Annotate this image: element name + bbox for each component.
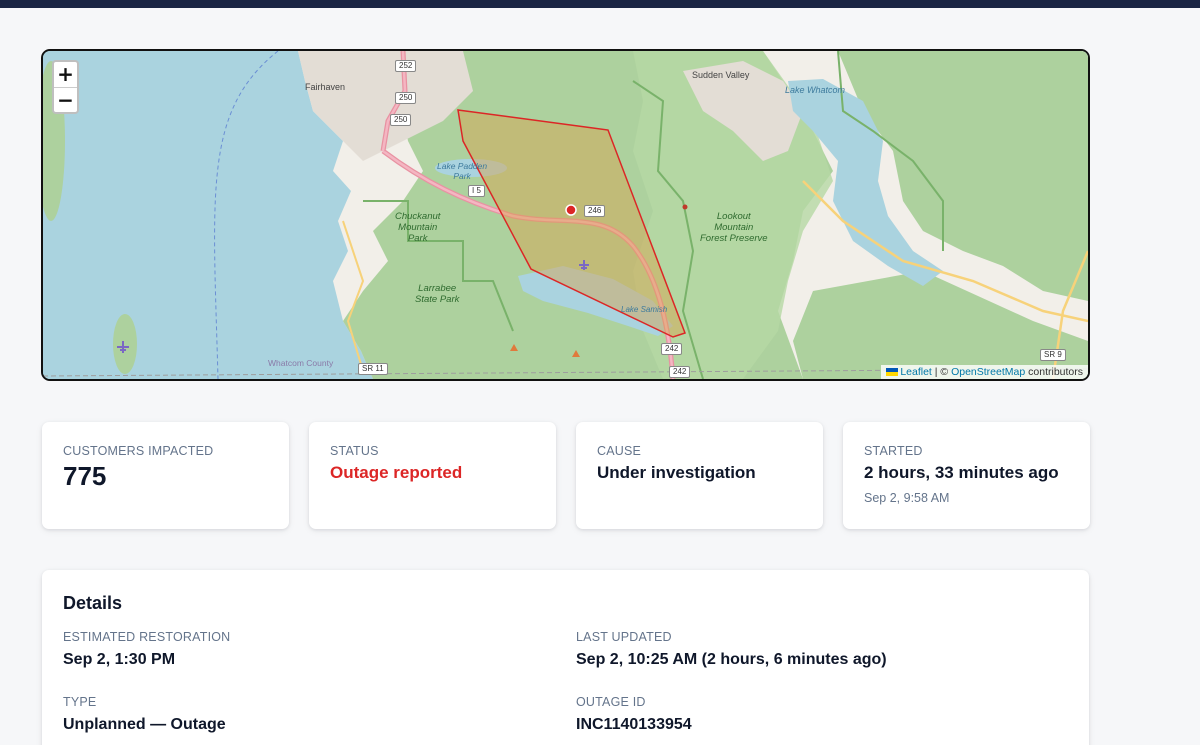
openstreetmap-link[interactable]: OpenStreetMap	[951, 366, 1025, 378]
last-updated-field: LAST UPDATED Sep 2, 10:25 AM (2 hours, 6…	[576, 630, 887, 669]
ukraine-flag-icon	[886, 368, 899, 376]
map-label-sudden-valley: Sudden Valley	[692, 70, 750, 80]
road-shield-252: 252	[395, 60, 417, 72]
card-label: STARTED	[864, 444, 923, 458]
details-panel: Details ESTIMATED RESTORATION Sep 2, 1:3…	[42, 570, 1089, 745]
top-nav-bar	[0, 0, 1200, 8]
road-shield-250b: 250	[390, 114, 412, 126]
road-shield-242a: 242	[661, 343, 683, 355]
road-shield-242b: 242	[669, 366, 691, 378]
zoom-out-button[interactable]: −	[54, 87, 77, 112]
card-label: STATUS	[330, 444, 379, 458]
zoom-control: + −	[52, 60, 79, 114]
map-attribution: Leaflet | © OpenStreetMap contributors	[881, 365, 1088, 379]
started-card: STARTED 2 hours, 33 minutes ago Sep 2, 9…	[843, 422, 1090, 529]
map-label-lake-whatcom: Lake Whatcom	[785, 85, 846, 95]
customers-impacted-card: CUSTOMERS IMPACTED 775	[42, 422, 289, 529]
road-shield-sr11: SR 11	[358, 363, 388, 375]
field-label: OUTAGE ID	[576, 695, 646, 709]
status-value: Outage reported	[330, 463, 463, 482]
type-value: Unplanned — Outage	[63, 716, 226, 733]
attribution-contributors: contributors	[1028, 366, 1083, 378]
card-label: CAUSE	[597, 444, 642, 458]
estimated-restoration-value: Sep 2, 1:30 PM	[63, 651, 176, 668]
details-title: Details	[63, 593, 123, 613]
customers-impacted-value: 775	[63, 461, 107, 491]
road-shield-i5: I 5	[468, 185, 485, 197]
zoom-in-button[interactable]: +	[54, 62, 77, 87]
cause-value: Under investigation	[597, 463, 756, 482]
outage-id-field: OUTAGE ID INC1140133954	[576, 695, 692, 734]
road-shield-246: 246	[584, 205, 606, 217]
started-relative-value: 2 hours, 33 minutes ago	[864, 463, 1059, 482]
map-label-larrabee: Larrabee State Park	[415, 283, 460, 305]
map-label-fairhaven: Fairhaven	[305, 82, 346, 92]
map-label-lake-samish: Lake Samish	[621, 305, 668, 314]
attribution-separator: | ©	[934, 366, 949, 378]
field-label: TYPE	[63, 695, 97, 709]
field-label: ESTIMATED RESTORATION	[63, 630, 231, 644]
leaflet-link[interactable]: Leaflet	[900, 366, 932, 378]
field-label: LAST UPDATED	[576, 630, 672, 644]
cause-card: CAUSE Under investigation	[576, 422, 823, 529]
road-shield-sr9: SR 9	[1040, 349, 1066, 361]
status-card: STATUS Outage reported	[309, 422, 556, 529]
estimated-restoration-field: ESTIMATED RESTORATION Sep 2, 1:30 PM	[63, 630, 230, 669]
last-updated-value: Sep 2, 10:25 AM (2 hours, 6 minutes ago)	[576, 651, 887, 668]
type-field: TYPE Unplanned — Outage	[63, 695, 226, 734]
map-label-lake-padden-park: Lake Padden Park	[437, 161, 488, 181]
outage-map[interactable]: Fairhaven Sudden Valley Lake Whatcom Lak…	[41, 49, 1090, 381]
map-label-lookout-mountain: Lookout Mountain Forest Preserve	[700, 211, 768, 244]
outage-location-marker	[565, 204, 577, 216]
map-label-chuckanut-park: Chuckanut Mountain Park	[395, 211, 441, 244]
started-timestamp: Sep 2, 9:58 AM	[864, 491, 950, 505]
card-label: CUSTOMERS IMPACTED	[63, 444, 214, 458]
road-shield-250a: 250	[395, 92, 417, 104]
outage-id-value: INC1140133954	[576, 716, 692, 733]
map-tiles[interactable]	[43, 51, 1088, 379]
map-label-whatcom-county: Whatcom County	[268, 358, 334, 368]
